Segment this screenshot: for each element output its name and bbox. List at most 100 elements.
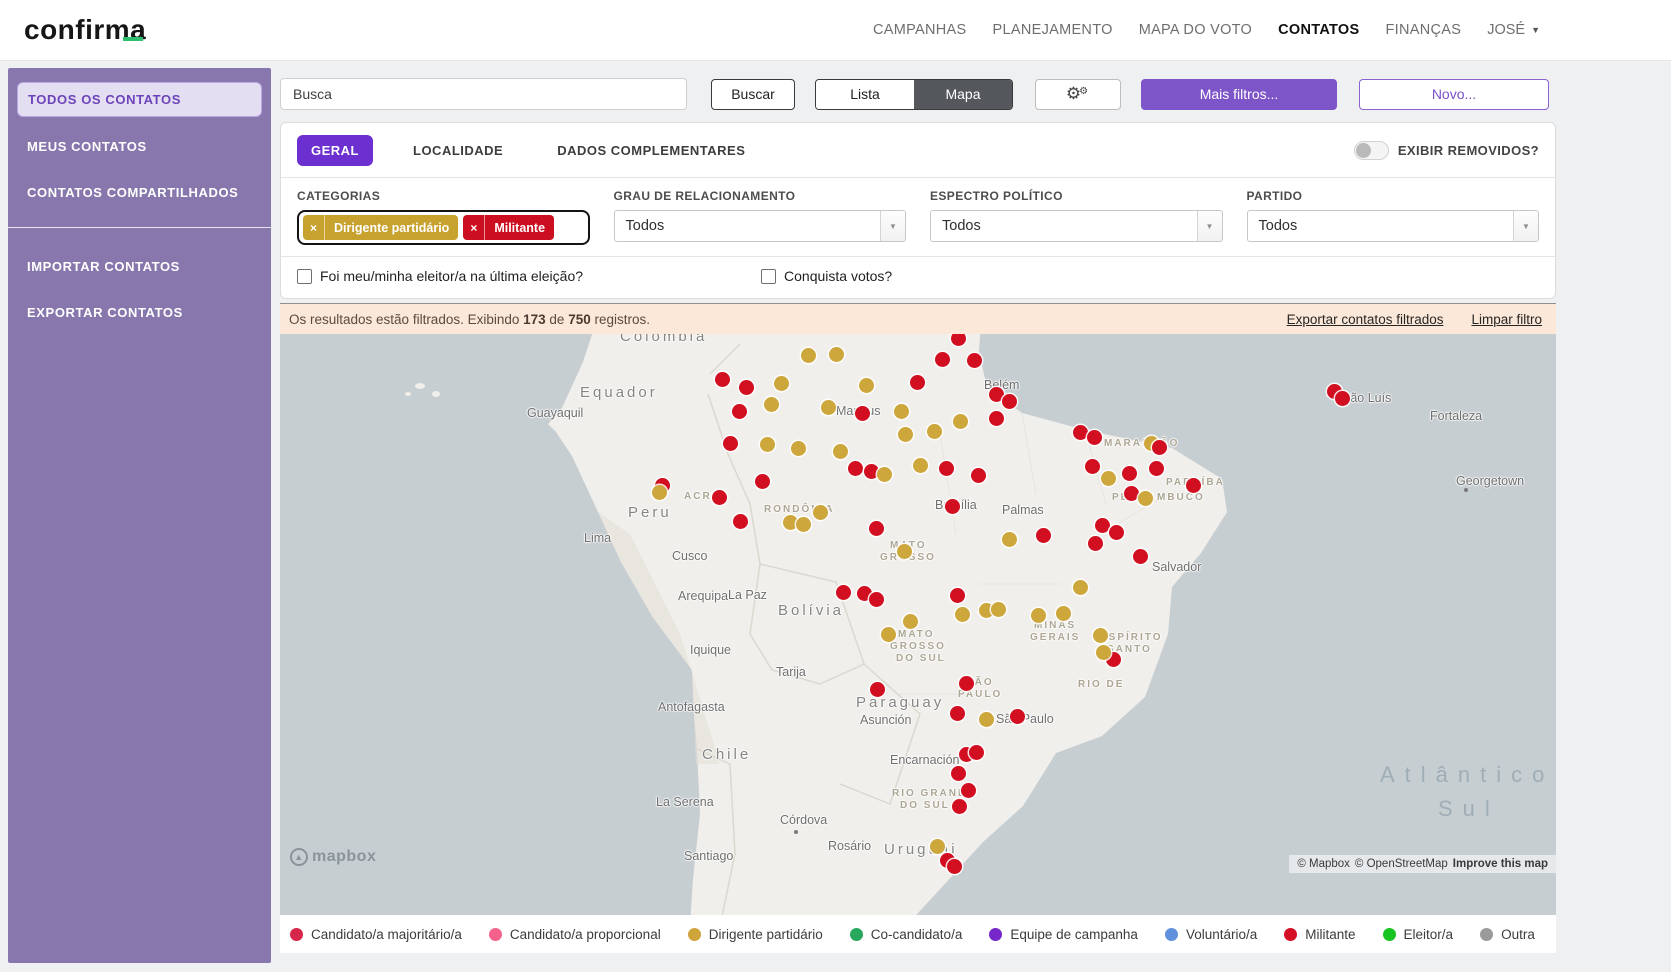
map-marker[interactable] — [955, 607, 970, 622]
settings-button[interactable]: ⚙⚙ — [1035, 79, 1121, 110]
mapbox-logo[interactable]: ▲ mapbox — [290, 848, 376, 866]
map-marker[interactable] — [755, 474, 770, 489]
nav-item-mapa-do-voto[interactable]: MAPA DO VOTO — [1139, 22, 1252, 38]
map-marker[interactable] — [859, 378, 874, 393]
map-marker[interactable] — [1087, 430, 1102, 445]
osm-attribution-link[interactable]: © OpenStreetMap — [1355, 858, 1448, 870]
map-marker[interactable] — [903, 614, 918, 629]
sidebar-item-exportar-contatos[interactable]: EXPORTAR CONTATOS — [17, 296, 262, 329]
view-toggle-lista[interactable]: Lista — [816, 80, 914, 109]
tab-dados-complementares[interactable]: DADOS COMPLEMENTARES — [543, 135, 759, 166]
map-marker[interactable] — [953, 414, 968, 429]
map-marker[interactable] — [1335, 391, 1350, 406]
map-marker[interactable] — [969, 745, 984, 760]
map-marker[interactable] — [1056, 606, 1071, 621]
tab-geral[interactable]: GERAL — [297, 135, 373, 166]
map-marker[interactable] — [791, 441, 806, 456]
checkbox-ultima-eleicao[interactable]: Foi meu/minha eleitor/a na última eleiçã… — [297, 268, 583, 284]
map-canvas[interactable]: ColombiaEquadorGuayaquilManausBelémSão L… — [280, 334, 1556, 915]
map-marker[interactable] — [801, 348, 816, 363]
sidebar-item-importar-contatos[interactable]: IMPORTAR CONTATOS — [17, 250, 262, 283]
map-marker[interactable] — [910, 375, 925, 390]
map-marker[interactable] — [989, 411, 1004, 426]
map-marker[interactable] — [760, 437, 775, 452]
map-marker[interactable] — [877, 467, 892, 482]
nav-item-campanhas[interactable]: CAMPANHAS — [873, 22, 966, 38]
categorias-tags-input[interactable]: ×Dirigente partidário×Militante — [297, 210, 590, 245]
map-marker[interactable] — [939, 461, 954, 476]
map-marker[interactable] — [894, 404, 909, 419]
map-marker[interactable] — [1101, 471, 1116, 486]
map-marker[interactable] — [961, 783, 976, 798]
map-marker[interactable] — [950, 588, 965, 603]
improve-map-link[interactable]: Improve this map — [1453, 858, 1548, 870]
map-marker[interactable] — [1124, 486, 1139, 501]
map-marker[interactable] — [1152, 440, 1167, 455]
map-marker[interactable] — [1095, 518, 1110, 533]
map-marker[interactable] — [951, 766, 966, 781]
map-marker[interactable] — [652, 485, 667, 500]
map-marker[interactable] — [1133, 549, 1148, 564]
map-marker[interactable] — [1096, 645, 1111, 660]
map-marker[interactable] — [774, 376, 789, 391]
grau-select[interactable]: Todos ▼ — [614, 210, 907, 242]
search-input[interactable] — [280, 78, 687, 110]
view-toggle-mapa[interactable]: Mapa — [914, 80, 1012, 109]
map-marker[interactable] — [836, 585, 851, 600]
map-marker[interactable] — [869, 521, 884, 536]
tab-localidade[interactable]: LOCALIDADE — [399, 135, 517, 166]
sidebar-item-contatos-compartilhados[interactable]: CONTATOS COMPARTILHADOS — [17, 176, 262, 209]
partido-select[interactable]: Todos ▼ — [1247, 210, 1540, 242]
espectro-select[interactable]: Todos ▼ — [930, 210, 1223, 242]
map-marker[interactable] — [739, 380, 754, 395]
export-filtered-link[interactable]: Exportar contatos filtrados — [1287, 312, 1444, 327]
map-marker[interactable] — [897, 544, 912, 559]
user-menu[interactable]: JOSÉ ▼ — [1487, 22, 1540, 38]
map-marker[interactable] — [930, 839, 945, 854]
nav-item-planejamento[interactable]: PLANEJAMENTO — [993, 22, 1113, 38]
map-marker[interactable] — [1073, 425, 1088, 440]
map-marker[interactable] — [813, 505, 828, 520]
clear-filter-link[interactable]: Limpar filtro — [1471, 312, 1542, 327]
show-removed-switch[interactable] — [1354, 141, 1389, 160]
map-marker[interactable] — [971, 468, 986, 483]
map-marker[interactable] — [821, 400, 836, 415]
map-marker[interactable] — [1093, 628, 1108, 643]
map-marker[interactable] — [1149, 461, 1164, 476]
nav-item-finanças[interactable]: FINANÇAS — [1385, 22, 1461, 38]
map-marker[interactable] — [764, 397, 779, 412]
map-marker[interactable] — [829, 347, 844, 362]
sidebar-item-meus-contatos[interactable]: MEUS CONTATOS — [17, 130, 262, 163]
map-marker[interactable] — [927, 424, 942, 439]
map-marker[interactable] — [947, 859, 962, 874]
map-marker[interactable] — [1186, 478, 1201, 493]
remove-tag-icon[interactable]: × — [463, 215, 485, 240]
map-marker[interactable] — [1002, 532, 1017, 547]
checkbox-conquista-votos[interactable]: Conquista votos? — [761, 268, 892, 284]
checkbox-icon[interactable] — [761, 269, 776, 284]
map-marker[interactable] — [1073, 580, 1088, 595]
map-marker[interactable] — [913, 458, 928, 473]
map-marker[interactable] — [952, 799, 967, 814]
map-marker[interactable] — [1088, 536, 1103, 551]
map-marker[interactable] — [935, 352, 950, 367]
map-marker[interactable] — [950, 706, 965, 721]
map-marker[interactable] — [723, 436, 738, 451]
more-filters-button[interactable]: Mais filtros... — [1141, 79, 1337, 110]
sidebar-item-todos-os-contatos[interactable]: TODOS OS CONTATOS — [17, 82, 262, 117]
map-marker[interactable] — [1031, 608, 1046, 623]
map-marker[interactable] — [848, 461, 863, 476]
map-marker[interactable] — [959, 676, 974, 691]
map-marker[interactable] — [855, 406, 870, 421]
map-marker[interactable] — [1010, 709, 1025, 724]
map-marker[interactable] — [967, 353, 982, 368]
map-marker[interactable] — [1085, 459, 1100, 474]
map-marker[interactable] — [732, 404, 747, 419]
search-button[interactable]: Buscar — [711, 79, 795, 110]
nav-item-contatos[interactable]: CONTATOS — [1278, 22, 1359, 38]
map-marker[interactable] — [1036, 528, 1051, 543]
map-marker[interactable] — [833, 444, 848, 459]
map-marker[interactable] — [733, 514, 748, 529]
map-marker[interactable] — [945, 499, 960, 514]
map-marker[interactable] — [712, 490, 727, 505]
